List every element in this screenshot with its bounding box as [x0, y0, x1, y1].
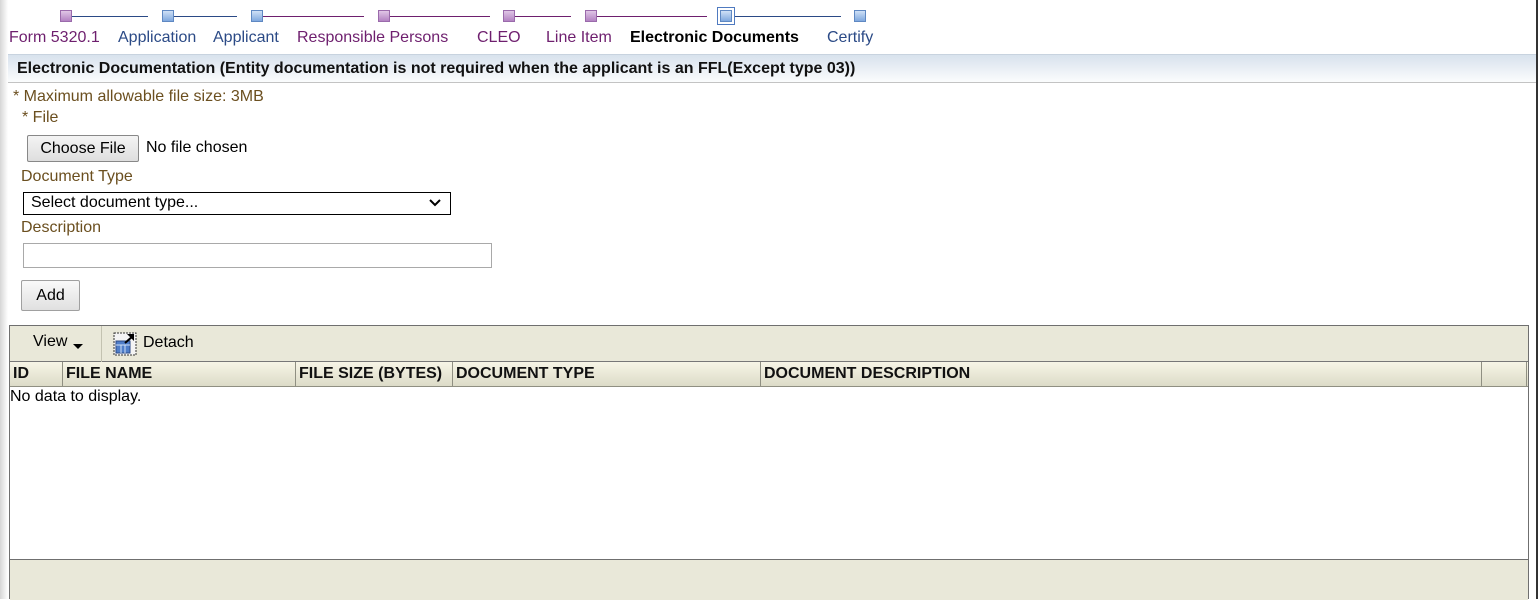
max-file-size-note: * Maximum allowable file size: 3MB — [13, 88, 264, 105]
column-header-filler — [1482, 362, 1527, 386]
detach-icon — [113, 332, 137, 356]
add-button[interactable]: Add — [21, 280, 80, 311]
table-header-row: ID FILE NAME FILE SIZE (BYTES) DOCUMENT … — [10, 362, 1528, 387]
section-header: Electronic Documentation (Entity documen… — [8, 54, 1536, 83]
chevron-down-icon — [429, 199, 441, 207]
no-file-chosen-text: No file chosen — [146, 139, 248, 156]
train-connector — [263, 16, 364, 17]
column-header-document-type[interactable]: DOCUMENT TYPE — [453, 362, 761, 386]
file-label: * File — [22, 109, 59, 126]
view-menu-button[interactable]: View — [10, 326, 102, 362]
train-connector — [597, 16, 707, 17]
train-connector — [72, 16, 148, 17]
wizard-train: Form 5320.1 Application Applicant Respon… — [0, 0, 1536, 54]
document-type-label: Document Type — [21, 168, 133, 185]
caret-down-icon — [73, 344, 83, 349]
table-footer — [10, 559, 1528, 600]
column-header-file-size[interactable]: FILE SIZE (BYTES) — [296, 362, 453, 386]
document-type-select[interactable]: Select document type... — [23, 192, 451, 215]
stop-marker-icon — [162, 10, 174, 22]
table-toolbar: View Detach — [10, 326, 1528, 362]
detach-button[interactable]: Detach — [113, 331, 213, 357]
stop-label[interactable]: Responsible Persons — [297, 29, 448, 47]
stop-label[interactable]: Application — [118, 29, 196, 47]
choose-file-button[interactable]: Choose File — [27, 135, 139, 162]
left-edge-shadow — [0, 0, 8, 599]
stop-label[interactable]: Form 5320.1 — [9, 29, 100, 47]
train-connector — [735, 16, 841, 17]
stop-marker-icon — [60, 10, 72, 22]
stop-label[interactable]: Line Item — [546, 29, 612, 47]
column-header-file-name[interactable]: FILE NAME — [63, 362, 296, 386]
current-stop-marker-icon — [717, 7, 735, 25]
stop-label: Electronic Documents — [630, 29, 799, 46]
stop-marker-icon — [585, 10, 597, 22]
train-connector — [390, 16, 490, 17]
train-connector — [515, 16, 571, 17]
empty-table-message: No data to display. — [10, 388, 142, 405]
stop-marker-icon — [378, 10, 390, 22]
description-input[interactable] — [23, 243, 492, 268]
detach-label: Detach — [143, 334, 194, 351]
column-header-id[interactable]: ID — [10, 362, 63, 386]
view-label: View — [33, 333, 68, 350]
column-header-document-description[interactable]: DOCUMENT DESCRIPTION — [761, 362, 1482, 386]
stop-label[interactable]: Applicant — [213, 29, 279, 47]
document-type-selected-value: Select document type... — [31, 194, 199, 211]
stop-marker-icon — [251, 10, 263, 22]
stop-marker-icon — [854, 10, 866, 22]
stop-label[interactable]: Certify — [827, 29, 873, 47]
description-label: Description — [21, 219, 102, 236]
documents-table-panel: View Detach ID FILE NAME FILE SIZE (BYTE… — [9, 325, 1529, 600]
stop-marker-icon — [503, 10, 515, 22]
stop-label[interactable]: CLEO — [477, 29, 521, 47]
train-connector — [174, 16, 237, 17]
